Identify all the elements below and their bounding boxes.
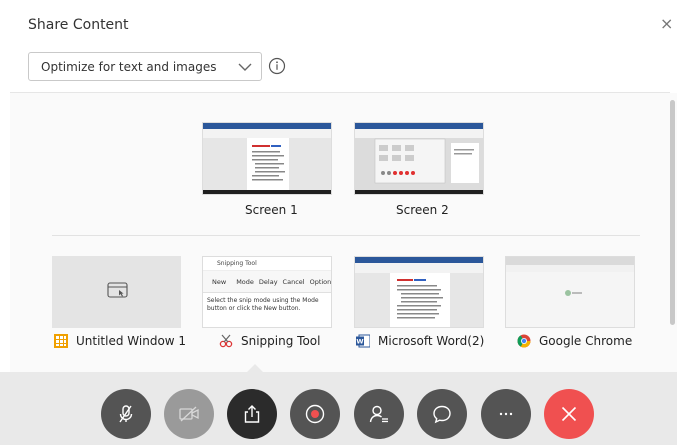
- close-icon: [561, 406, 577, 422]
- snipping-tool-icon: [219, 334, 233, 348]
- leave-meeting-button[interactable]: [544, 389, 594, 439]
- scrollbar[interactable]: [670, 100, 675, 325]
- chrome-thumbnail[interactable]: [505, 256, 635, 328]
- screen-2-label: Screen 2: [396, 203, 449, 217]
- snipping-tool-window-title: Snipping Tool: [217, 260, 257, 267]
- app-snipping-tool-label: Snipping Tool: [241, 334, 321, 348]
- close-icon[interactable]: ×: [660, 14, 673, 34]
- chat-icon: [433, 405, 451, 424]
- snip-mode-text: Mode: [236, 277, 254, 286]
- share-sources-panel: [10, 93, 677, 372]
- more-icon: [499, 412, 513, 416]
- app-snipping-tool[interactable]: Snipping Tool: [219, 334, 320, 348]
- screen-2-thumbnail[interactable]: [354, 122, 484, 195]
- participants-button[interactable]: [354, 389, 404, 439]
- info-icon[interactable]: [268, 57, 286, 75]
- snip-new-text: New: [212, 277, 227, 286]
- snipping-tool-thumbnail[interactable]: Snipping Tool New Mode Delay Cancel Opti…: [202, 256, 332, 328]
- chat-button[interactable]: [417, 389, 467, 439]
- app-untitled-window-1[interactable]: Untitled Window 1: [54, 334, 186, 348]
- app-untitled-window-1-label: Untitled Window 1: [76, 334, 187, 348]
- screen-1-label: Screen 1: [245, 203, 298, 217]
- record-button[interactable]: [290, 389, 340, 439]
- record-icon: [305, 404, 325, 424]
- app-microsoft-word[interactable]: W Microsoft Word(2): [356, 334, 484, 348]
- window-app-icon: [54, 334, 68, 348]
- chevron-down-icon: [238, 63, 252, 71]
- share-content-dialog: Share Content × Optimize for text and im…: [0, 0, 677, 372]
- optimize-dropdown[interactable]: Optimize for text and images: [28, 52, 262, 81]
- dialog-title: Share Content: [28, 17, 129, 33]
- mute-microphone-button[interactable]: [101, 389, 151, 439]
- divider: [52, 235, 640, 236]
- video-off-button[interactable]: [164, 389, 214, 439]
- video-off-icon: [179, 406, 199, 422]
- more-options-button[interactable]: [481, 389, 531, 439]
- word-icon: W: [356, 334, 370, 348]
- app-google-chrome-label: Google Chrome: [539, 334, 633, 348]
- snip-cancel-text: Cancel: [282, 277, 305, 286]
- snip-delay-text: Delay: [258, 277, 278, 286]
- chrome-icon: [517, 334, 531, 348]
- snip-instructions-text: Select the snip mode using the Mode butt…: [207, 297, 319, 312]
- snip-options-text: Options: [309, 277, 332, 286]
- share-button[interactable]: [227, 389, 277, 439]
- screen-1-thumbnail[interactable]: [202, 122, 332, 195]
- participants-icon: [369, 405, 388, 423]
- microphone-muted-icon: [119, 405, 133, 423]
- optimize-dropdown-value: Optimize for text and images: [41, 59, 217, 74]
- svg-text:W: W: [356, 338, 363, 346]
- share-icon: [244, 405, 260, 423]
- app-google-chrome[interactable]: Google Chrome: [517, 334, 632, 348]
- toolbar-pointer: [246, 364, 264, 373]
- untitled-window-thumbnail[interactable]: [52, 256, 181, 328]
- app-microsoft-word-label: Microsoft Word(2): [378, 334, 485, 348]
- word-thumbnail[interactable]: [354, 256, 484, 328]
